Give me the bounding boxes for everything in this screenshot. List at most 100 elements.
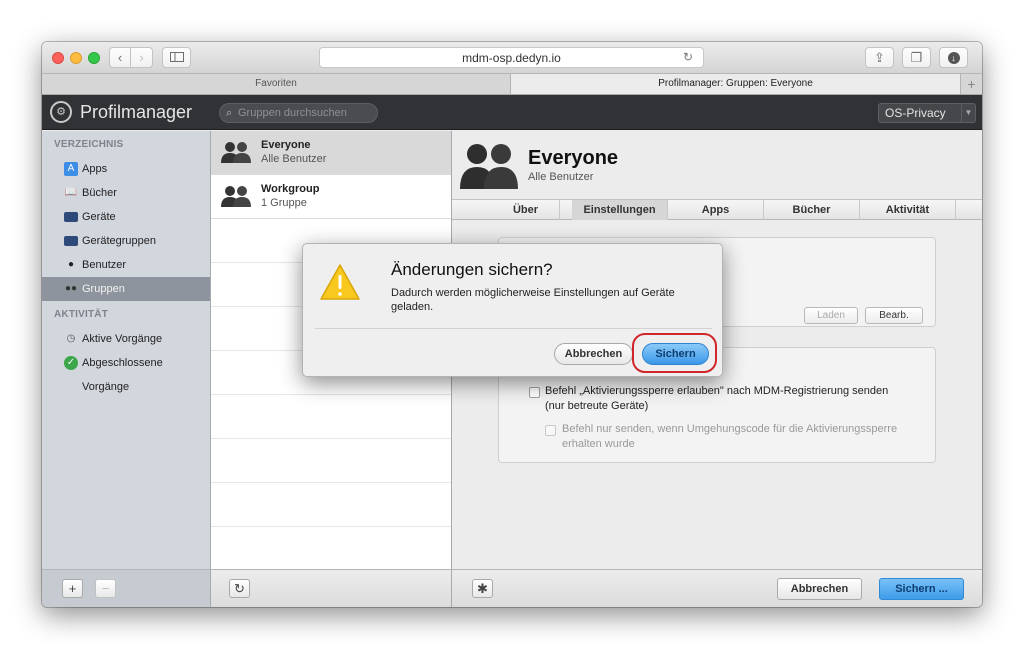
sidebar-item-groups[interactable]: ●● Gruppen [42,277,210,301]
refresh-button[interactable]: ↻ [229,579,250,598]
group-description: 1 Gruppe [261,197,307,209]
app-title: Profilmanager [80,102,193,122]
sidebar-item-label: Bücher [82,187,117,199]
sidebar-item-label: Abgeschlossene Vorgänge [82,357,163,393]
tab-favorites[interactable]: Favoriten [42,74,511,94]
device-icon [64,212,78,222]
group-avatar-icon [460,144,518,189]
divider [315,328,712,329]
back-button[interactable]: ‹ [109,47,131,68]
sidebar-item-completed-tasks[interactable]: ✓ Abgeschlossene Vorgänge [42,351,210,393]
forward-button[interactable]: › [131,47,153,68]
reload-icon[interactable]: ↻ [683,50,693,64]
sidebar-item-device-groups[interactable]: Gerätegruppen [42,229,210,253]
chevron-left-icon: ‹ [117,50,123,65]
cancel-button[interactable]: Abbrechen [777,578,862,600]
title-bar: ‹ › mdm-osp.dedyn.io ↻ ⇪ ❐ ↓ [42,42,982,74]
sidebar-item-label: Apps [82,163,108,175]
sidebar-item-label: Gruppen [82,283,125,295]
dialog-cancel-button[interactable]: Abbrechen [554,343,633,365]
tab-apps[interactable]: Apps [668,200,764,220]
chevron-right-icon: › [139,50,144,65]
save-changes-dialog: Änderungen sichern? Dadurch werden mögli… [302,243,723,377]
group-icon [221,142,251,163]
device-group-icon [64,236,78,246]
tabs-icon: ❐ [910,50,923,65]
edit-button[interactable]: Bearb. [865,307,923,324]
dialog-title: Änderungen sichern? [391,260,553,279]
activation-lock-label: Befehl „Aktivierungssperre erlauben" nac… [545,385,889,412]
sidebar-section-directory: VERZEICHNIS [54,139,124,150]
detail-header: Everyone Alle Benutzer [452,131,982,199]
checkmark-icon: ✓ [64,356,78,370]
group-icon [221,186,251,207]
minimize-window-button[interactable] [70,52,82,64]
save-button[interactable]: Sichern ... [879,578,964,600]
remove-button[interactable]: − [95,579,116,598]
list-toolbar: ↻ [211,569,452,607]
sidebar-item-apps[interactable]: A Apps [42,157,210,181]
add-button[interactable]: + [62,579,83,598]
organization-select[interactable]: OS-Privacy ▼ [878,103,976,123]
tab-activity[interactable]: Aktivität [860,200,956,220]
bypass-code-checkbox[interactable] [545,425,556,436]
downloads-button[interactable]: ↓ [939,47,968,68]
sidebar-section-activity: AKTIVITÄT [54,309,109,320]
sidebar-toolbar: + − [42,569,211,607]
group-name: Workgroup [261,183,320,195]
download-icon: ↓ [947,51,960,64]
settings-gear-button[interactable]: ✱ [472,579,493,598]
sidebar-item-books[interactable]: 📖 Bücher [42,181,210,205]
sidebar-item-active-tasks[interactable]: ◷ Aktive Vorgänge [42,327,210,351]
tab-settings[interactable]: Einstellungen [572,200,668,220]
new-tab-button[interactable]: + [961,74,982,94]
group-description: Alle Benutzer [261,153,327,165]
sidebar-item-label: Aktive Vorgänge [82,333,163,345]
sidebar-item-label: Geräte [82,211,116,223]
sidebar-item-users[interactable]: ● Benutzer [42,253,210,277]
show-tabs-button[interactable]: ❐ [902,47,931,68]
empty-row [211,439,451,483]
tab-bar: Favoriten Profilmanager: Gruppen: Everyo… [42,74,982,95]
profile-manager-logo-icon: ⚙ [50,101,72,123]
sidebar-item-devices[interactable]: Geräte [42,205,210,229]
share-button[interactable]: ⇪ [865,47,894,68]
gear-icon: ✱ [477,581,488,596]
search-icon: ⌕ [226,107,233,119]
dialog-save-button[interactable]: Sichern [642,343,709,365]
sidebar-item-label: Benutzer [82,259,127,271]
plus-icon: + [68,581,77,596]
organization-select-value: OS-Privacy [885,106,946,120]
address-bar[interactable]: mdm-osp.dedyn.io ↻ [319,47,704,68]
tab-books[interactable]: Bücher [764,200,860,220]
dialog-message: Dadurch werden möglicherweise Einstellun… [391,287,675,313]
list-item[interactable]: Everyone Alle Benutzer [211,131,451,175]
sidebar-item-label: Gerätegruppen [82,235,156,247]
group-name: Everyone [261,139,311,151]
empty-row [211,395,451,439]
maximize-window-button[interactable] [88,52,100,64]
detail-tabs: Über Einstellungen Apps Bücher Aktivität [452,199,982,220]
tab-profile-manager[interactable]: Profilmanager: Gruppen: Everyone [511,74,961,94]
chevron-down-icon: ▼ [961,104,975,122]
group-search-input[interactable]: ⌕ Gruppen durchsuchen [219,103,378,123]
app-header: ⚙ Profilmanager ⌕ Gruppen durchsuchen OS-… [42,95,982,130]
share-icon: ⇪ [874,50,885,65]
warning-icon [320,264,360,300]
empty-row [211,483,451,527]
sidebar: VERZEICHNIS A Apps 📖 Bücher Geräte Gerät… [42,131,211,569]
group-icon: ●● [64,283,78,294]
tab-about[interactable]: Über [492,200,560,220]
url-text: mdm-osp.dedyn.io [462,51,561,65]
bypass-code-label: Befehl nur senden, wenn Umgehungscode fü… [562,423,898,450]
detail-toolbar: ✱ Abbrechen Sichern ... [452,569,982,607]
close-window-button[interactable] [52,52,64,64]
sidebar-toggle-button[interactable] [162,47,191,68]
apps-icon: A [64,162,78,176]
book-icon: 📖 [64,187,78,198]
load-button[interactable]: Laden [804,307,858,324]
activation-lock-checkbox[interactable] [529,387,540,398]
user-icon: ● [67,259,75,270]
list-item[interactable]: Workgroup 1 Gruppe [211,175,451,219]
refresh-icon: ↻ [234,581,245,596]
